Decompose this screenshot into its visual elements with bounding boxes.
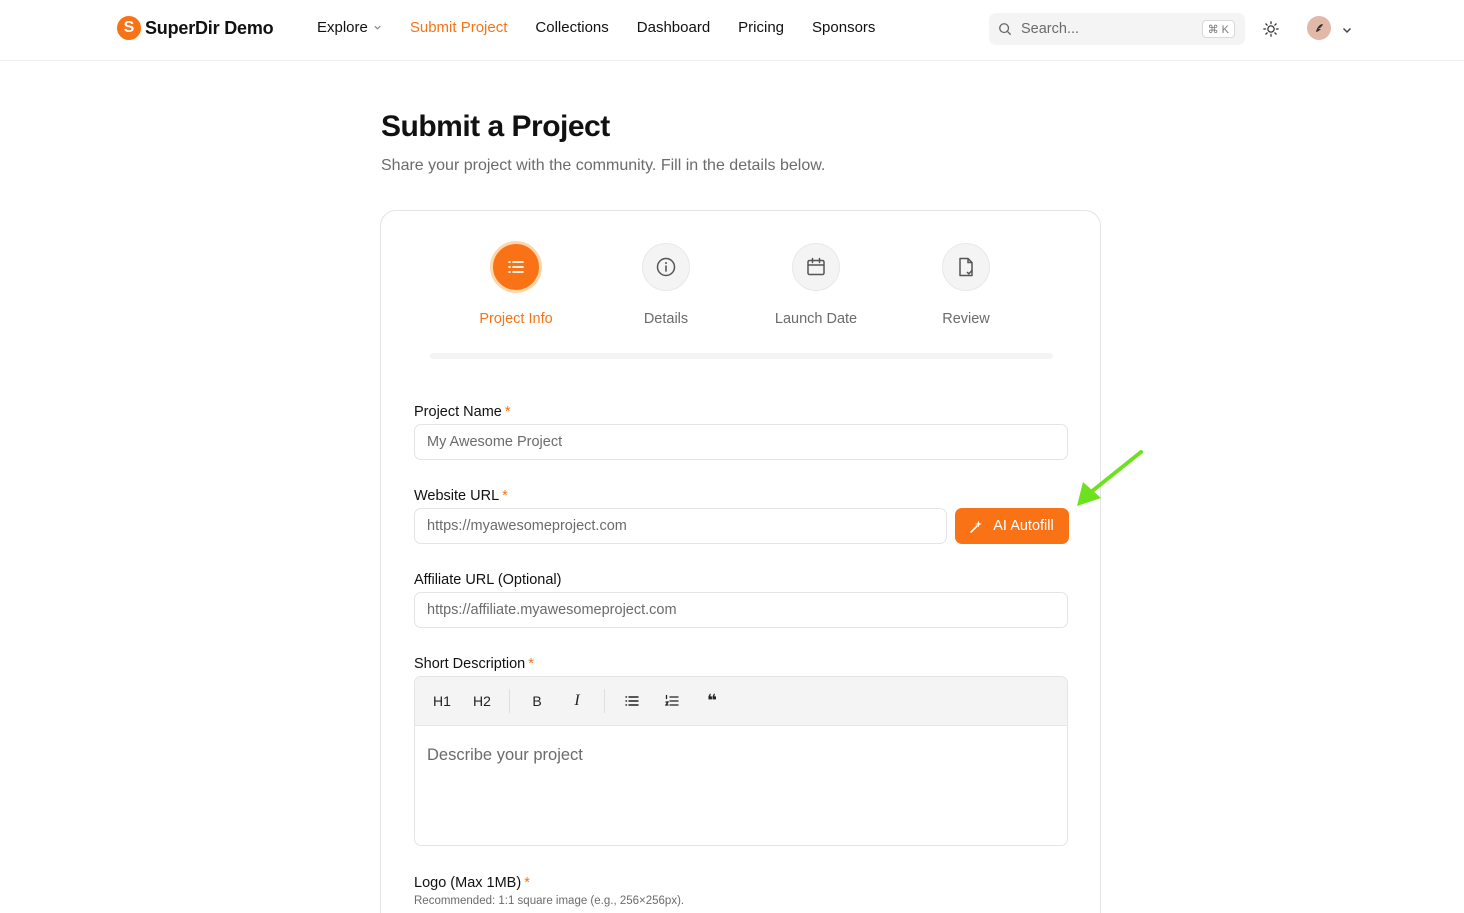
- list-icon: [508, 261, 524, 273]
- brand-logo[interactable]: S SuperDir Demo: [117, 16, 274, 40]
- affiliate-url-input[interactable]: https://affiliate.myawesomeproject.com: [414, 592, 1068, 628]
- step-project-info[interactable]: Project Info: [441, 241, 591, 327]
- italic-label: I: [574, 692, 580, 709]
- website-url-input[interactable]: https://myawesomeproject.com: [414, 508, 947, 544]
- submit-form-card: Project Info Details Launch Date Review …: [380, 210, 1101, 913]
- quote-button[interactable]: ❝: [699, 688, 725, 714]
- toolbar-divider: [509, 689, 510, 713]
- required-marker: *: [524, 875, 530, 891]
- required-marker: *: [502, 488, 508, 504]
- chevron-down-icon: [374, 25, 381, 30]
- bullet-list-icon: [625, 696, 639, 706]
- nav-pricing[interactable]: Pricing: [738, 19, 784, 36]
- search-placeholder: Search...: [1021, 21, 1080, 37]
- top-navbar: S SuperDir Demo Explore Submit Project C…: [0, 0, 1464, 61]
- required-marker: *: [528, 656, 534, 672]
- numbered-list-icon: [664, 694, 679, 706]
- chevron-down-icon[interactable]: [1341, 24, 1353, 36]
- search-input[interactable]: Search... ⌘ K: [989, 13, 1245, 45]
- editor-placeholder: Describe your project: [427, 746, 583, 764]
- quote-icon: ❝: [707, 691, 717, 710]
- avatar[interactable]: [1307, 16, 1331, 40]
- step-circle: [792, 243, 840, 291]
- bold-button[interactable]: B: [524, 688, 550, 714]
- logo-label: Logo (Max 1MB) *: [414, 875, 530, 891]
- step-circle: [642, 243, 690, 291]
- editor-content[interactable]: Describe your project: [415, 726, 1067, 785]
- nav-collections[interactable]: Collections: [535, 19, 608, 36]
- calendar-icon: [807, 257, 825, 276]
- main-nav: Explore Submit Project Collections Dashb…: [317, 19, 875, 36]
- page-title: Submit a Project: [381, 110, 610, 143]
- step-circle: [490, 241, 542, 293]
- website-url-label-text: Website URL: [414, 488, 500, 504]
- sparkle-icon: [970, 520, 983, 533]
- nav-explore-label: Explore: [317, 19, 368, 36]
- logo-label-text: Logo (Max 1MB): [414, 875, 522, 891]
- file-check-icon: [959, 257, 974, 277]
- project-name-placeholder: My Awesome Project: [427, 434, 563, 450]
- ai-autofill-label: AI Autofill: [993, 518, 1054, 534]
- affiliate-url-label: Affiliate URL (Optional): [414, 572, 562, 588]
- required-marker: *: [504, 404, 511, 420]
- nav-sponsors[interactable]: Sponsors: [812, 19, 875, 36]
- logo-hint: Recommended: 1:1 square image (e.g., 256…: [414, 895, 685, 907]
- ai-autofill-button[interactable]: AI Autofill: [955, 508, 1069, 544]
- step-label: Details: [643, 311, 689, 327]
- project-name-label: Project Name *: [414, 404, 511, 420]
- info-icon: [656, 257, 676, 277]
- nav-dashboard[interactable]: Dashboard: [637, 19, 710, 36]
- bullet-list-button[interactable]: [619, 688, 645, 714]
- annotation-arrow-icon: [1077, 450, 1143, 506]
- heading1-label: H1: [433, 693, 451, 709]
- search-shortcut-badge: ⌘ K: [1201, 20, 1235, 38]
- website-url-placeholder: https://myawesomeproject.com: [427, 518, 627, 534]
- heading2-label: H2: [473, 693, 491, 709]
- step-launch-date[interactable]: Launch Date: [741, 243, 891, 327]
- website-url-label: Website URL *: [414, 488, 508, 504]
- step-review[interactable]: Review: [891, 243, 1041, 327]
- short-description-editor: H1 H2 B I ❝ Describe your project: [414, 676, 1068, 846]
- short-description-label-text: Short Description: [414, 656, 526, 672]
- heading1-button[interactable]: H1: [429, 688, 455, 714]
- nav-explore[interactable]: Explore: [317, 19, 382, 36]
- numbered-list-button[interactable]: [659, 688, 685, 714]
- toolbar-divider: [604, 689, 605, 713]
- search-icon: [999, 23, 1012, 36]
- bold-label: B: [532, 693, 542, 709]
- brand-name: SuperDir Demo: [145, 17, 274, 38]
- italic-button[interactable]: I: [564, 688, 590, 714]
- step-progress-bar: [430, 353, 1053, 359]
- step-circle: [942, 243, 990, 291]
- project-name-label-text: Project Name: [414, 404, 502, 420]
- affiliate-url-placeholder: https://affiliate.myawesomeproject.com: [427, 602, 677, 618]
- step-label: Launch Date: [774, 311, 858, 327]
- brand-icon: S: [117, 16, 141, 40]
- nav-submit-project[interactable]: Submit Project: [410, 19, 508, 36]
- editor-toolbar: H1 H2 B I ❝: [415, 677, 1067, 726]
- page-subtitle: Share your project with the community. F…: [381, 157, 826, 174]
- step-label: Project Info: [479, 311, 553, 327]
- sun-icon[interactable]: [1262, 20, 1280, 38]
- project-name-input[interactable]: My Awesome Project: [414, 424, 1068, 460]
- step-label: Review: [942, 311, 990, 327]
- avatar-image: [1316, 24, 1323, 32]
- short-description-label: Short Description *: [414, 656, 534, 672]
- step-details[interactable]: Details: [591, 243, 741, 327]
- heading2-button[interactable]: H2: [469, 688, 495, 714]
